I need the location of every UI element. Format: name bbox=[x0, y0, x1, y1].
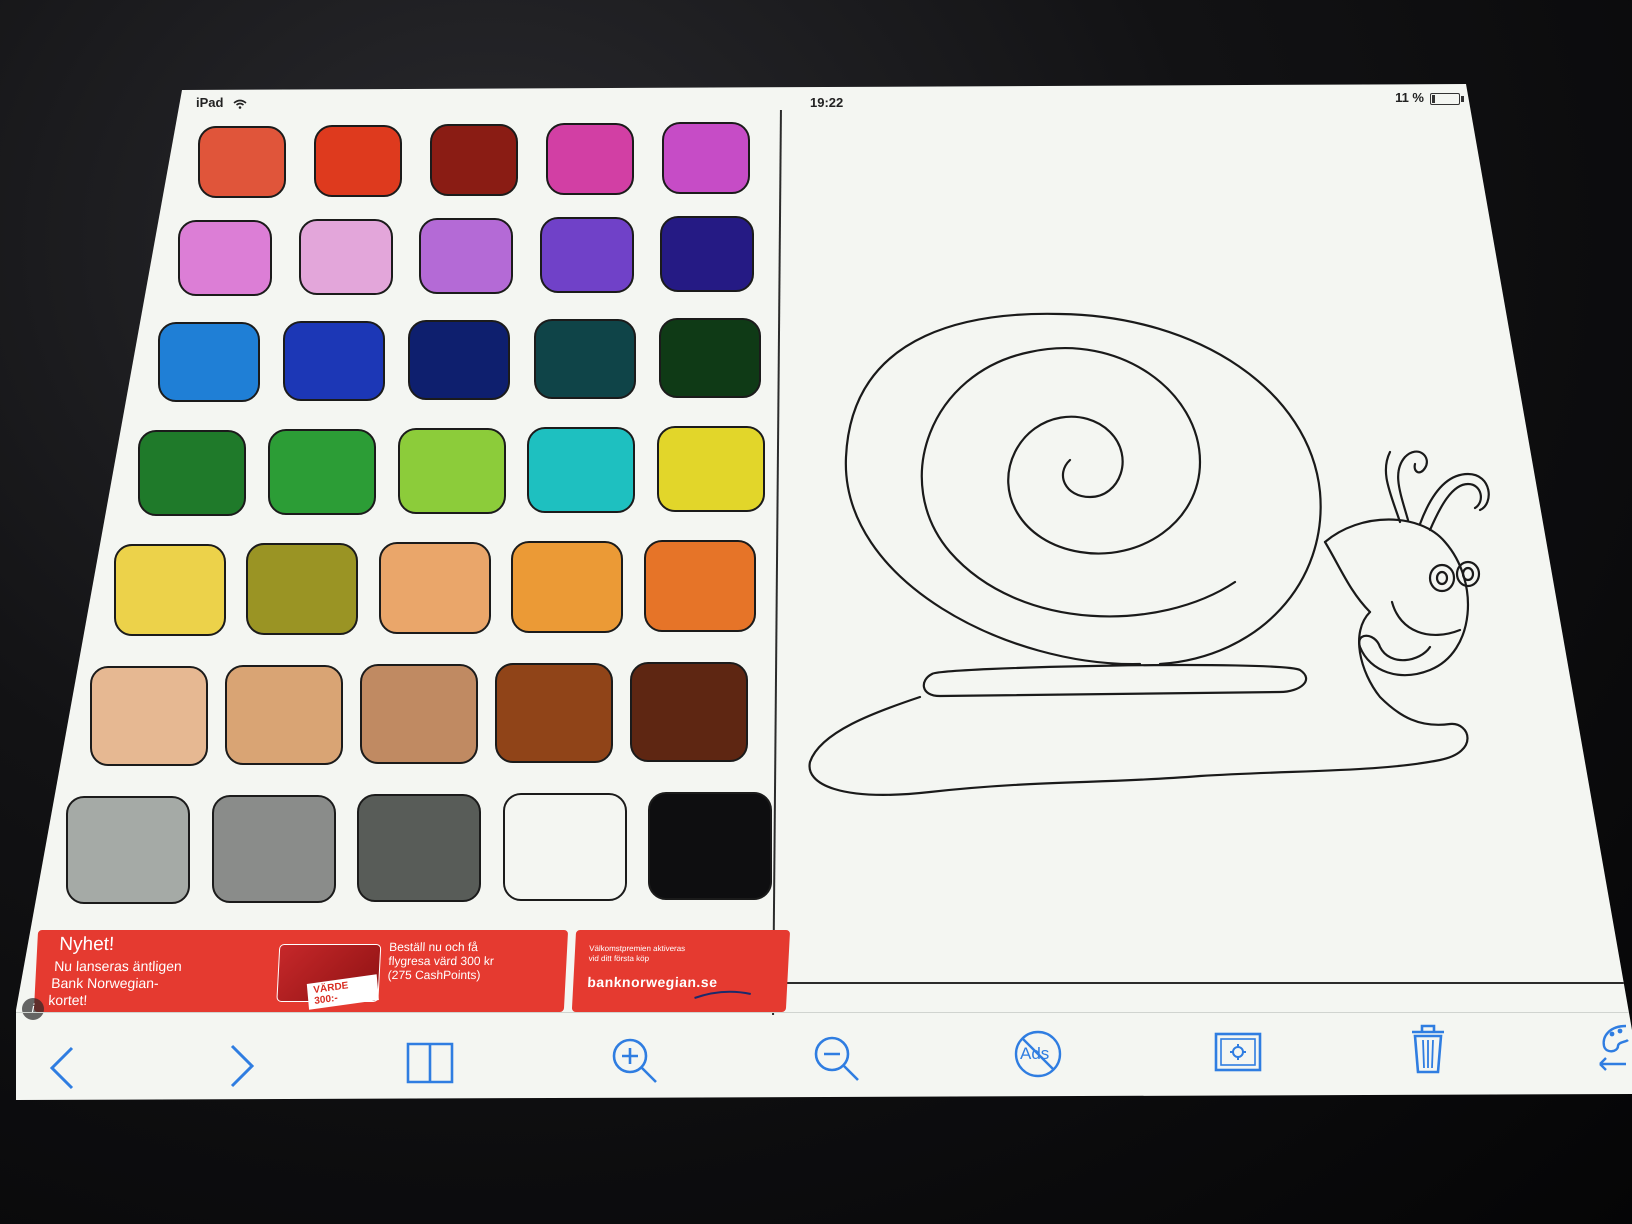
color-swatch[interactable] bbox=[114, 544, 226, 636]
zoom-in-icon bbox=[612, 1038, 657, 1083]
canvas-bottom-border bbox=[778, 982, 1632, 984]
zoom-out-icon bbox=[814, 1036, 859, 1081]
color-swatch[interactable] bbox=[90, 666, 208, 766]
ad-info-icon[interactable]: i bbox=[22, 998, 44, 1020]
color-swatch[interactable] bbox=[630, 662, 748, 762]
palette-settings-button[interactable] bbox=[1596, 1016, 1632, 1076]
ad-title: Nyhet! bbox=[58, 934, 115, 955]
color-swatch[interactable] bbox=[539, 217, 634, 293]
color-swatch[interactable] bbox=[267, 429, 376, 515]
color-swatch[interactable] bbox=[408, 320, 511, 400]
color-swatch[interactable] bbox=[360, 664, 478, 764]
ad-line-2: Bank Norwegian- bbox=[50, 975, 160, 991]
zoom-out-button[interactable] bbox=[806, 1028, 866, 1088]
chevron-left-icon bbox=[49, 1046, 74, 1090]
ad-offer-3: (275 CashPoints) bbox=[387, 968, 481, 982]
color-swatch[interactable] bbox=[658, 318, 761, 398]
back-button[interactable] bbox=[34, 1036, 94, 1096]
color-swatch[interactable] bbox=[657, 426, 766, 512]
status-time: 19:22 bbox=[810, 95, 844, 110]
gallery-button[interactable] bbox=[1208, 1022, 1268, 1082]
book-button[interactable] bbox=[400, 1032, 460, 1092]
ad-small-text-1: Välkomstpremien aktiveras bbox=[588, 944, 686, 953]
color-swatch[interactable] bbox=[225, 665, 343, 765]
delete-button[interactable] bbox=[1398, 1018, 1458, 1078]
swoosh-icon bbox=[694, 990, 752, 999]
ipad-screen: iPad 19:22 11 % Nyhet! Nu lanseras äntli… bbox=[16, 84, 1632, 1100]
status-bar: iPad 19:22 11 % bbox=[190, 90, 1464, 114]
color-swatch[interactable] bbox=[643, 540, 756, 632]
chevron-right-icon bbox=[230, 1044, 255, 1088]
color-swatch[interactable] bbox=[314, 125, 402, 197]
palette-icon bbox=[1599, 1024, 1629, 1071]
ad-left-panel[interactable]: Nyhet! Nu lanseras äntligen Bank Norwegi… bbox=[33, 930, 569, 1012]
color-swatch[interactable] bbox=[283, 321, 386, 401]
credit-card-image: VÄRDE 300:- bbox=[276, 944, 382, 1010]
toolbar-divider bbox=[16, 1012, 1632, 1013]
book-icon bbox=[406, 1042, 454, 1084]
forward-button[interactable] bbox=[210, 1034, 270, 1094]
device-name: iPad bbox=[196, 95, 247, 110]
color-swatch[interactable] bbox=[533, 319, 636, 399]
ad-right-panel[interactable]: Välkomstpremien aktiveras vid ditt först… bbox=[571, 930, 791, 1012]
snail-outline bbox=[808, 312, 1490, 796]
color-swatch[interactable] bbox=[527, 427, 636, 513]
ad-small-text-2: vid ditt första köp bbox=[588, 954, 650, 963]
color-swatch[interactable] bbox=[211, 795, 336, 903]
color-swatch[interactable] bbox=[158, 322, 260, 402]
color-swatch[interactable] bbox=[357, 794, 482, 902]
trash-icon bbox=[1412, 1024, 1444, 1074]
ad-banner[interactable]: Nyhet! Nu lanseras äntligen Bank Norwegi… bbox=[24, 930, 791, 1012]
color-swatch[interactable] bbox=[138, 430, 246, 516]
color-swatch[interactable] bbox=[662, 122, 750, 194]
color-swatch[interactable] bbox=[546, 123, 634, 195]
color-swatch[interactable] bbox=[430, 124, 518, 196]
color-swatch[interactable] bbox=[502, 793, 627, 901]
battery-percent: 11 % bbox=[1395, 90, 1424, 105]
ad-line-3: kortet! bbox=[48, 992, 88, 1008]
picture-frame-icon bbox=[1214, 1032, 1262, 1072]
color-swatch[interactable] bbox=[198, 126, 286, 198]
ad-brand: banknorwegian.se bbox=[586, 974, 718, 990]
zoom-in-button[interactable] bbox=[604, 1030, 664, 1090]
color-swatch[interactable] bbox=[660, 216, 755, 292]
battery-icon bbox=[1430, 93, 1464, 105]
wifi-icon bbox=[233, 99, 247, 109]
remove-ads-button[interactable]: Ads bbox=[1008, 1024, 1068, 1084]
color-swatch[interactable] bbox=[66, 796, 190, 904]
color-swatch[interactable] bbox=[246, 543, 359, 635]
ad-offer-1: Beställ nu och få bbox=[388, 940, 479, 954]
color-swatch[interactable] bbox=[648, 792, 773, 900]
color-swatch[interactable] bbox=[378, 542, 491, 634]
card-badge: VÄRDE 300:- bbox=[306, 974, 379, 1010]
color-swatch[interactable] bbox=[511, 541, 624, 633]
color-swatch[interactable] bbox=[298, 219, 393, 295]
color-swatch[interactable] bbox=[178, 220, 272, 296]
color-swatch[interactable] bbox=[495, 663, 613, 763]
ad-line-1: Nu lanseras äntligen bbox=[53, 958, 183, 974]
ad-offer-2: flygresa värd 300 kr bbox=[388, 954, 495, 968]
ads-label: Ads bbox=[1020, 1044, 1050, 1063]
color-swatch[interactable] bbox=[419, 218, 514, 294]
color-swatch[interactable] bbox=[397, 428, 506, 514]
